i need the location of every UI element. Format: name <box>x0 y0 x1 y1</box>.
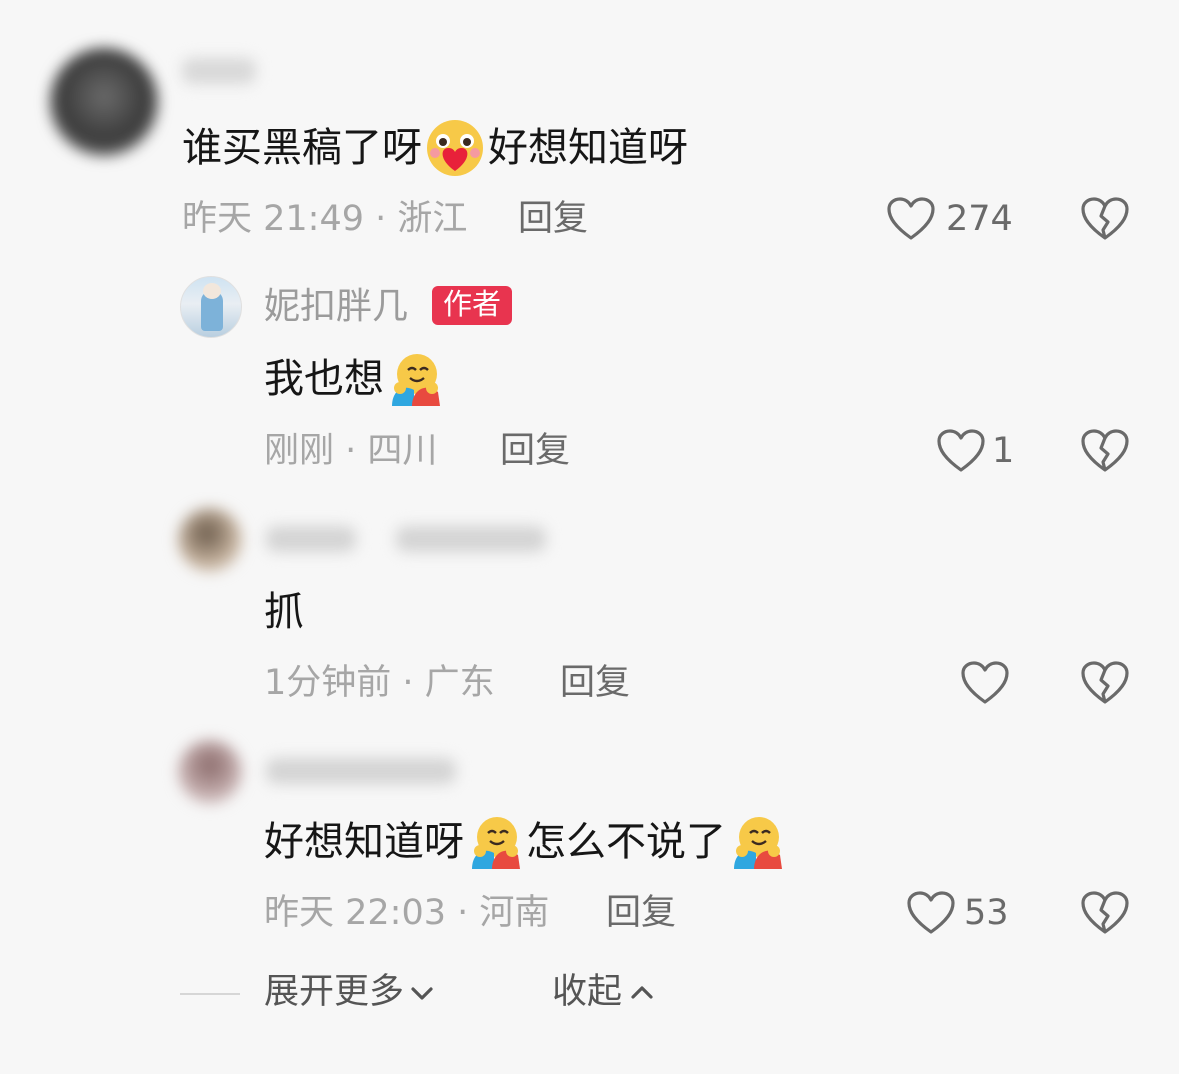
reply-button[interactable]: 回复 <box>500 434 570 469</box>
heart-outline-icon[interactable] <box>886 196 936 242</box>
commenter-username[interactable] <box>182 58 256 84</box>
author-username[interactable]: 妮扣胖几 <box>264 289 408 325</box>
reply-region: 河南 <box>479 893 550 933</box>
reply-button[interactable]: 回复 <box>606 896 676 931</box>
comment-text-part: 好想知道呀 <box>488 125 688 171</box>
reply-text-part: 好想知道呀 <box>264 819 464 865</box>
author-avatar[interactable] <box>180 276 242 338</box>
comment-time: 昨天 21:49 <box>182 199 364 239</box>
broken-heart-icon[interactable] <box>1080 890 1130 936</box>
comment-text: 谁买黑稿了呀 好想知道呀 <box>182 120 688 176</box>
author-badge: 作者 <box>432 286 513 325</box>
comment-text-part: 谁买黑稿了呀 <box>182 125 422 171</box>
divider-line <box>180 993 240 995</box>
reply-region: 四川 <box>367 431 438 471</box>
collapse-label: 收起 <box>552 972 623 1012</box>
commenter-avatar[interactable] <box>50 48 158 156</box>
replied-to-username[interactable] <box>396 526 546 552</box>
red-heart-face-emoji <box>427 120 483 176</box>
hugging-face-emoji <box>472 817 520 869</box>
reply-meta: 昨天 22:03 · 河南 <box>264 896 549 931</box>
broken-heart-icon[interactable] <box>1080 428 1130 474</box>
like-count: 1 <box>992 431 1015 471</box>
hugging-face-emoji <box>734 817 782 869</box>
reply-text: 抓 <box>264 590 304 634</box>
expand-more-label: 展开更多 <box>264 972 405 1012</box>
chevron-up-icon <box>631 985 653 999</box>
heart-outline-icon[interactable] <box>906 890 956 936</box>
replier-username[interactable] <box>266 758 456 784</box>
meta-separator: · <box>334 431 368 471</box>
reply-time: 刚刚 <box>264 431 335 471</box>
reply-region: 广东 <box>424 663 495 703</box>
meta-separator: · <box>364 199 398 239</box>
expand-more-button[interactable]: 展开更多 <box>264 975 436 1010</box>
reply-text: 好想知道呀 怎么不说了 <box>264 816 788 869</box>
reply-time: 昨天 22:03 <box>264 893 446 933</box>
like-count: 274 <box>946 199 1013 239</box>
replier-avatar[interactable] <box>178 508 242 572</box>
hugging-face-emoji <box>392 354 440 406</box>
comment-region: 浙江 <box>397 199 468 239</box>
reply-text: 我也想 <box>264 354 446 406</box>
reply-meta: 刚刚 · 四川 <box>264 434 437 469</box>
broken-heart-icon[interactable] <box>1080 660 1130 706</box>
reply-text-part: 我也想 <box>264 356 384 402</box>
chevron-down-icon <box>411 986 433 1000</box>
like-count: 53 <box>964 893 1009 933</box>
heart-outline-icon[interactable] <box>960 660 1010 706</box>
reply-button[interactable]: 回复 <box>560 666 630 701</box>
replier-avatar[interactable] <box>178 740 242 804</box>
replier-username[interactable] <box>266 526 356 552</box>
meta-separator: · <box>391 663 425 703</box>
reply-text-part: 怎么不说了 <box>526 819 726 865</box>
collapse-button[interactable]: 收起 <box>552 975 656 1010</box>
meta-separator: · <box>446 893 480 933</box>
reply-time: 1分钟前 <box>264 663 392 703</box>
reply-button[interactable]: 回复 <box>518 202 588 237</box>
comment-meta: 昨天 21:49 · 浙江 <box>182 202 467 237</box>
heart-outline-icon[interactable] <box>936 428 986 474</box>
broken-heart-icon[interactable] <box>1080 196 1130 242</box>
reply-meta: 1分钟前 · 广东 <box>264 666 495 701</box>
avatar-head <box>203 283 221 299</box>
reply-text-part: 抓 <box>264 589 304 635</box>
